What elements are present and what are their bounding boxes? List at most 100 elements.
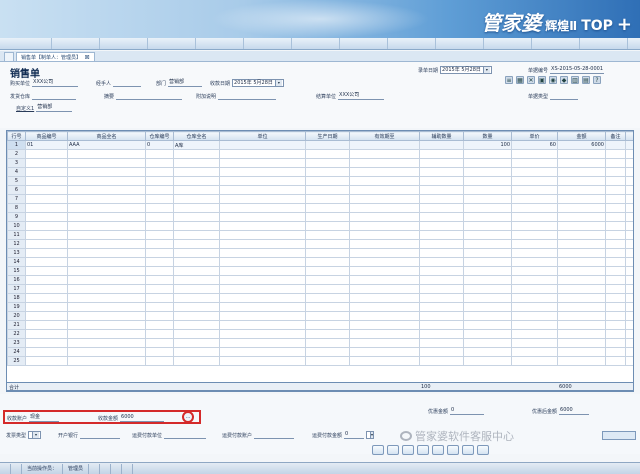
grid-cell[interactable] [67, 212, 146, 222]
table-row[interactable]: 9 [7, 212, 633, 222]
table-row[interactable]: 7 [7, 194, 633, 204]
grid-cell[interactable] [625, 329, 633, 339]
grid-cell[interactable] [67, 185, 146, 195]
grid-cell[interactable] [557, 320, 606, 330]
grid-cell[interactable] [219, 329, 306, 339]
table-row[interactable]: 2 [7, 149, 633, 159]
grid-cell[interactable] [463, 149, 512, 159]
grid-cell[interactable] [67, 239, 146, 249]
grid-cell[interactable] [605, 239, 626, 249]
grid-cell[interactable] [349, 167, 420, 177]
grid-cell[interactable] [67, 311, 146, 321]
grid-cell[interactable] [349, 338, 420, 348]
grid-cell[interactable] [25, 311, 68, 321]
grid-cell[interactable] [219, 185, 306, 195]
table-row[interactable]: 22 [7, 329, 633, 339]
grid-cell[interactable] [557, 203, 606, 213]
grid-cell[interactable] [625, 158, 633, 168]
grid-cell[interactable] [25, 158, 68, 168]
grid-cell[interactable] [25, 338, 68, 348]
table-row[interactable]: 3 [7, 158, 633, 168]
grid-cell[interactable] [511, 266, 558, 276]
grid-cell[interactable] [145, 176, 174, 186]
grid-cell[interactable]: 60 [511, 140, 558, 150]
grid-cell[interactable] [463, 266, 512, 276]
grid-cell[interactable]: 6000 [557, 140, 606, 150]
grid-cell[interactable] [219, 293, 306, 303]
grid-cell[interactable] [511, 248, 558, 258]
customer-input[interactable]: XXX公司 [32, 79, 79, 87]
chevron-down-icon[interactable]: ▾ [32, 432, 40, 438]
grid-cell[interactable] [305, 149, 350, 159]
table-row[interactable]: 14 [7, 257, 633, 267]
grid-cell[interactable] [219, 257, 306, 267]
grid-cell[interactable] [605, 293, 626, 303]
grid-cell[interactable] [557, 257, 606, 267]
grid-cell[interactable] [605, 212, 626, 222]
grid-cell[interactable] [419, 266, 464, 276]
close-icon[interactable]: ⊠ [85, 54, 90, 61]
grid-cell[interactable] [219, 320, 306, 330]
grid-cell[interactable] [511, 185, 558, 195]
grid-cell[interactable] [305, 329, 350, 339]
grid-cell[interactable] [605, 356, 626, 366]
grid-cell[interactable] [511, 221, 558, 231]
action-button-7[interactable] [462, 445, 474, 455]
chart-icon[interactable]: ▥ [571, 76, 579, 84]
grid-cell[interactable] [419, 311, 464, 321]
grid-cell[interactable] [625, 230, 633, 240]
grid-cell[interactable] [511, 329, 558, 339]
grid-cell[interactable] [463, 176, 512, 186]
grid-cell[interactable]: 01 [25, 140, 68, 150]
tab-sales-order[interactable]: 销售单【制单人：管理员】 ⊠ [16, 52, 95, 61]
grid-cell[interactable] [419, 212, 464, 222]
grid-cell[interactable] [173, 329, 220, 339]
chevron-down-icon[interactable]: ▾ [370, 432, 374, 438]
grid-cell[interactable] [511, 257, 558, 267]
grid-cell[interactable] [349, 329, 420, 339]
grid-cell[interactable] [557, 167, 606, 177]
grid-cell[interactable] [419, 248, 464, 258]
grid-cell[interactable] [25, 266, 68, 276]
grid-cell[interactable] [557, 347, 606, 357]
bank-input[interactable] [80, 432, 121, 439]
grid-cell[interactable] [219, 212, 306, 222]
grid-cell[interactable] [67, 158, 146, 168]
grid-cell[interactable] [605, 140, 626, 150]
grid-cell[interactable] [25, 239, 68, 249]
grid-cell[interactable] [67, 257, 146, 267]
grid-cell[interactable] [173, 158, 220, 168]
grid-cell[interactable] [349, 140, 420, 150]
grid-cell[interactable] [511, 338, 558, 348]
grid-cell[interactable] [463, 284, 512, 294]
grid-cell[interactable] [145, 239, 174, 249]
grid-cell[interactable] [625, 284, 633, 294]
grid-cell[interactable] [67, 356, 146, 366]
menu-item-8[interactable] [340, 38, 388, 49]
table-row[interactable]: 21 [7, 320, 633, 330]
table-row[interactable]: 20 [7, 311, 633, 321]
grid-cell[interactable] [349, 356, 420, 366]
grid-cell[interactable] [419, 167, 464, 177]
table-row[interactable]: 19 [7, 302, 633, 312]
grid-cell[interactable] [173, 212, 220, 222]
grid-cell[interactable] [305, 257, 350, 267]
chevron-down-icon[interactable]: ▾ [274, 80, 282, 86]
grid-cell[interactable] [557, 239, 606, 249]
grid-cell[interactable] [557, 230, 606, 240]
table-row[interactable]: 24 [7, 347, 633, 357]
grid-cell[interactable] [67, 302, 146, 312]
grid-cell[interactable] [67, 167, 146, 177]
grid-cell[interactable] [145, 356, 174, 366]
grid-cell[interactable] [605, 248, 626, 258]
grid-cell[interactable] [25, 194, 68, 204]
grid-cell[interactable] [67, 203, 146, 213]
col-header[interactable]: 单价 [511, 131, 558, 141]
grid-cell[interactable] [557, 275, 606, 285]
grid-cell[interactable] [419, 149, 464, 159]
grid-cell[interactable] [511, 293, 558, 303]
col-header[interactable] [625, 131, 633, 141]
grid-cell[interactable] [349, 203, 420, 213]
grid-cell[interactable] [173, 266, 220, 276]
handler-input[interactable] [113, 80, 142, 87]
